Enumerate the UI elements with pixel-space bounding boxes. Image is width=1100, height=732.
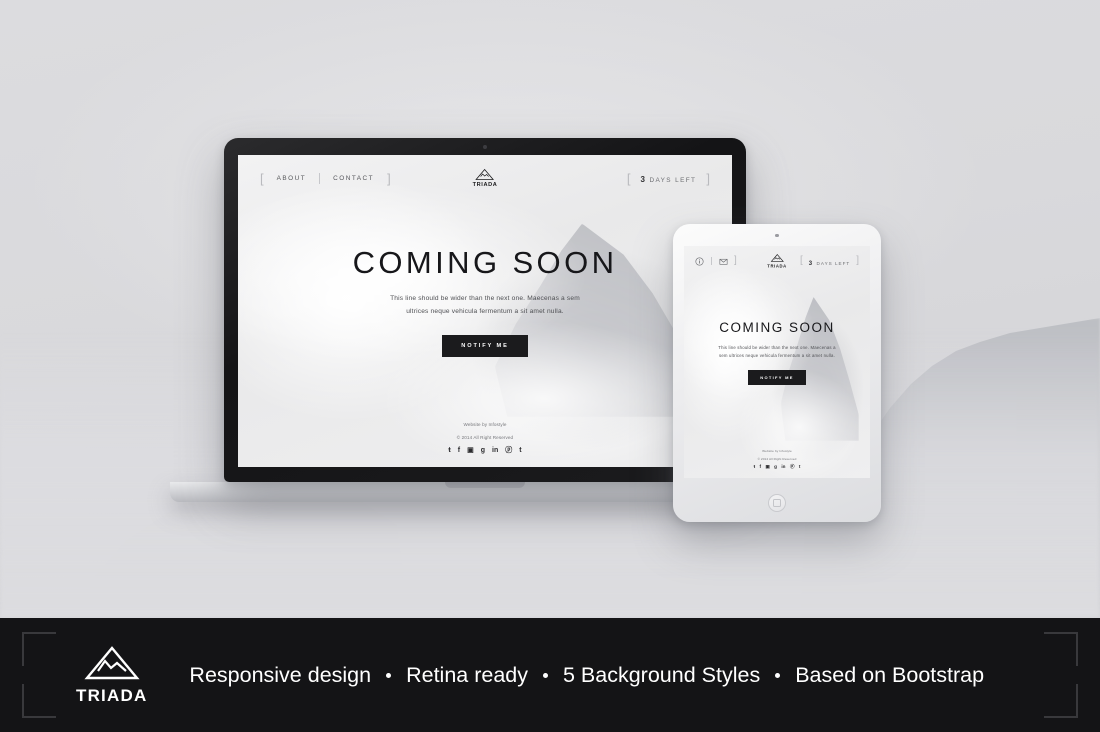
banner-brand: TRIADA bbox=[76, 645, 147, 706]
notify-me-button-tablet[interactable]: Notify Me bbox=[748, 370, 806, 386]
pinterest-icon[interactable]: ⓟ bbox=[790, 465, 795, 470]
twitter-icon[interactable]: ŧ bbox=[448, 447, 450, 454]
laptop-mockup: [ About Contact ] bbox=[170, 138, 800, 510]
instagram-icon[interactable]: ▣ bbox=[765, 465, 769, 470]
site-nav: [ About Contact ] bbox=[260, 172, 391, 185]
banner-brand-name: TRIADA bbox=[76, 685, 148, 705]
product-banner: TRIADA Responsive design Retina ready 5 … bbox=[0, 618, 1100, 732]
hero-title-tablet: COMING SOON bbox=[719, 320, 835, 336]
footer-credit-line-2: © 2014 All Right Reserved bbox=[456, 434, 514, 440]
corner-bracket-bottom-left bbox=[22, 684, 56, 718]
site-brand-tablet[interactable]: TRIADA bbox=[767, 254, 786, 269]
feature-separator-dot bbox=[775, 672, 781, 678]
notify-me-button[interactable]: Notify Me bbox=[442, 334, 528, 357]
site-hero-tablet: COMING SOON This line should be wider th… bbox=[684, 276, 870, 449]
site-brand-name: TRIADA bbox=[472, 182, 498, 188]
laptop-lid: [ About Contact ] bbox=[224, 138, 746, 482]
countdown-number-tablet: 3 bbox=[808, 261, 813, 267]
corner-bracket-top-left bbox=[22, 632, 56, 666]
corner-bracket-top-right bbox=[1044, 632, 1078, 666]
nav-bracket-right: ] bbox=[387, 170, 391, 186]
countdown-badge: [ 3 Days Left ] bbox=[627, 169, 710, 187]
tablet-screen: ] TRIADA [3 DAYS LEFT] COMING SOON Thi… bbox=[684, 246, 870, 478]
tablet-camera-icon bbox=[775, 234, 779, 238]
laptop-camera-icon bbox=[483, 145, 487, 149]
envelope-icon[interactable] bbox=[719, 257, 728, 266]
footer-credit-line-1: Website by Infostyle bbox=[463, 421, 507, 427]
footer-credit-line-2-tablet: © 2014 All Right Reserved bbox=[757, 457, 797, 461]
nav-divider-tablet bbox=[711, 257, 712, 265]
facebook-icon[interactable]: f bbox=[760, 465, 762, 470]
nav-bracket-right-tablet: ] bbox=[734, 255, 737, 266]
countdown-bracket-right-tablet: ] bbox=[856, 255, 859, 266]
feature-responsive-design: Responsive design bbox=[189, 662, 372, 687]
laptop-screen: [ About Contact ] bbox=[238, 155, 732, 467]
linkedin-icon[interactable]: in bbox=[781, 465, 785, 470]
website-preview-desktop: [ About Contact ] bbox=[238, 155, 732, 467]
mountain-triangle-icon bbox=[84, 645, 140, 679]
laptop-notch bbox=[445, 482, 525, 488]
feature-separator-dot bbox=[543, 672, 548, 678]
countdown-bracket-right: ] bbox=[706, 170, 710, 186]
feature-based-on-bootstrap: Based on Bootstrap bbox=[795, 662, 985, 687]
feature-separator-dot bbox=[386, 672, 392, 678]
mountain-triangle-icon bbox=[770, 254, 784, 262]
pinterest-icon[interactable]: ⓟ bbox=[505, 447, 512, 454]
mockup-scene: [ About Contact ] bbox=[0, 0, 1100, 732]
site-header: [ About Contact ] bbox=[238, 155, 732, 201]
mountain-triangle-icon bbox=[475, 168, 495, 180]
hero-subtitle: This line should be wider than the next … bbox=[390, 295, 580, 315]
googleplus-icon[interactable]: g bbox=[774, 465, 777, 470]
twitter-icon[interactable]: ŧ bbox=[754, 465, 756, 470]
site-footer-tablet: Website by Infostyle © 2014 All Right Re… bbox=[684, 449, 870, 478]
countdown-label: Days Left bbox=[649, 177, 697, 184]
feature-retina-ready: Retina ready bbox=[406, 662, 528, 687]
hero-title: COMING SOON bbox=[352, 245, 618, 281]
site-nav-tablet: ] bbox=[695, 256, 737, 266]
tablet-mockup: ] TRIADA [3 DAYS LEFT] COMING SOON Thi… bbox=[673, 224, 881, 522]
site-brand-name-tablet: TRIADA bbox=[767, 263, 787, 269]
facebook-icon[interactable]: f bbox=[458, 447, 460, 454]
nav-item-about[interactable]: About bbox=[264, 175, 320, 182]
info-icon[interactable] bbox=[695, 256, 704, 266]
hero-subtitle-tablet: This line should be wider than the next … bbox=[718, 344, 836, 359]
site-header-tablet: ] TRIADA [3 DAYS LEFT] bbox=[684, 246, 870, 276]
feature-background-styles: 5 Background Styles bbox=[563, 662, 761, 687]
footer-social-links-tablet: ŧ f ▣ g in ⓟ t bbox=[754, 465, 801, 470]
tumblr-icon[interactable]: t bbox=[519, 447, 521, 454]
linkedin-icon[interactable]: in bbox=[492, 447, 498, 454]
countdown-badge-tablet: [ 3 Days Left ] bbox=[800, 252, 859, 270]
footer-credit-line-1-tablet: Website by Infostyle bbox=[762, 448, 792, 453]
site-brand[interactable]: TRIADA bbox=[473, 168, 498, 188]
countdown-number: 3 bbox=[640, 175, 645, 184]
instagram-icon[interactable]: ▣ bbox=[467, 447, 474, 454]
banner-feature-list: Responsive design Retina ready 5 Backgro… bbox=[189, 663, 984, 688]
site-hero: COMING SOON This line should be wider th… bbox=[238, 201, 732, 421]
corner-bracket-bottom-right bbox=[1044, 684, 1078, 718]
googleplus-icon[interactable]: g bbox=[481, 447, 485, 454]
website-preview-tablet: ] TRIADA [3 DAYS LEFT] COMING SOON Thi… bbox=[684, 246, 870, 478]
site-footer: Website by Infostyle © 2014 All Right Re… bbox=[238, 421, 732, 467]
tablet-body: ] TRIADA [3 DAYS LEFT] COMING SOON Thi… bbox=[673, 224, 881, 522]
tumblr-icon[interactable]: t bbox=[799, 465, 801, 470]
countdown-label-tablet: Days Left bbox=[816, 261, 851, 266]
tablet-home-button[interactable] bbox=[768, 494, 786, 512]
nav-item-contact[interactable]: Contact bbox=[320, 175, 387, 182]
footer-social-links: ŧ f ▣ g in ⓟ t bbox=[448, 447, 521, 454]
